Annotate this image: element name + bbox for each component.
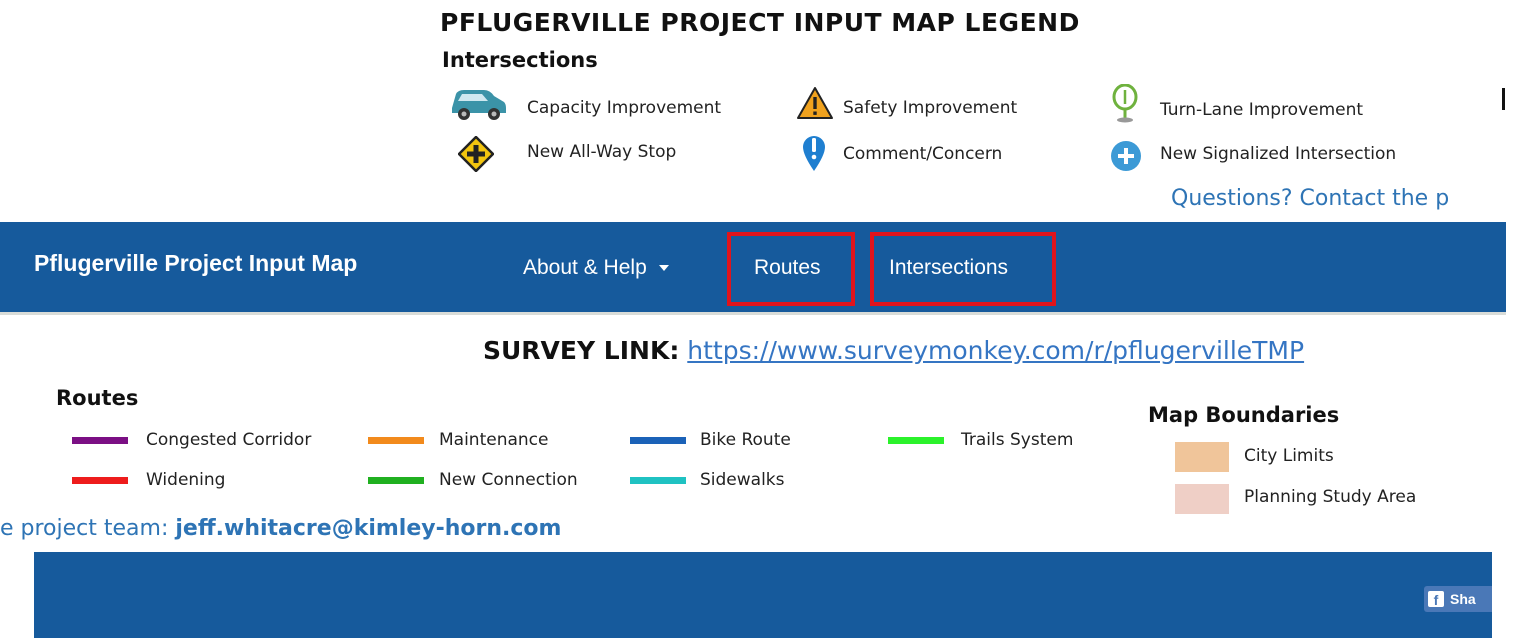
congested-corridor-swatch — [72, 437, 128, 444]
legend-capacity-improvement: Capacity Improvement — [527, 98, 722, 118]
turn-lane-pin-icon — [1110, 84, 1140, 124]
planning-study-area-swatch — [1175, 484, 1229, 514]
facebook-icon: f — [1428, 591, 1444, 607]
exclamation-pin-icon — [800, 133, 828, 173]
route-congested-corridor: Congested Corridor — [146, 430, 312, 450]
cropped-text-fragment — [1502, 88, 1505, 110]
diamond-plus-sign-icon — [458, 136, 494, 172]
survey-label: SURVEY LINK: — [483, 336, 680, 365]
legend-safety-improvement: Safety Improvement — [843, 98, 1018, 118]
route-new-connection: New Connection — [439, 470, 578, 490]
legend-comment-concern: Comment/Concern — [843, 144, 1003, 164]
nav-about-help[interactable]: About & Help — [523, 256, 669, 280]
route-bike-route: Bike Route — [700, 430, 791, 450]
boundary-planning-study-area: Planning Study Area — [1244, 487, 1417, 507]
map-fragment-strip — [0, 312, 1506, 315]
route-widening: Widening — [146, 470, 226, 490]
warning-triangle-icon — [796, 85, 834, 121]
contact-prefix: e project team: — [0, 516, 176, 541]
contact-line: e project team: jeff.whitacre@kimley-hor… — [0, 516, 561, 541]
facebook-share-button[interactable]: f Sha — [1424, 586, 1492, 612]
bike-route-swatch — [630, 437, 686, 444]
widening-swatch — [72, 477, 128, 484]
share-label: Sha — [1450, 591, 1476, 607]
contact-email[interactable]: jeff.whitacre@kimley-horn.com — [175, 516, 561, 541]
nav-about-help-label: About & Help — [523, 256, 647, 279]
plus-circle-icon — [1110, 140, 1142, 172]
map-boundaries-heading: Map Boundaries — [1148, 403, 1340, 427]
questions-text: Questions? Contact the p — [1171, 186, 1450, 211]
trails-system-swatch — [888, 437, 944, 444]
legend-new-signalized-intersection: New Signalized Intersection — [1160, 144, 1397, 164]
legend-title: PFLUGERVILLE PROJECT INPUT MAP LEGEND — [440, 8, 1080, 37]
route-sidewalks: Sidewalks — [700, 470, 785, 490]
route-maintenance: Maintenance — [439, 430, 549, 450]
intersections-heading: Intersections — [442, 48, 598, 72]
new-connection-swatch — [368, 477, 424, 484]
caret-down-icon — [658, 265, 669, 272]
survey-link[interactable]: https://www.surveymonkey.com/r/pflugervi… — [687, 336, 1304, 365]
nav-routes[interactable]: Routes — [754, 256, 821, 280]
city-limits-swatch — [1175, 442, 1229, 472]
nav-intersections[interactable]: Intersections — [889, 256, 1008, 280]
car-icon — [448, 86, 508, 122]
boundary-city-limits: City Limits — [1244, 446, 1334, 466]
footer-bar — [34, 552, 1492, 638]
survey-line: SURVEY LINK: https://www.surveymonkey.co… — [483, 336, 1304, 365]
legend-new-all-way-stop: New All-Way Stop — [527, 142, 677, 162]
legend-turn-lane-improvement: Turn-Lane Improvement — [1160, 100, 1364, 120]
route-trails-system: Trails System — [961, 430, 1074, 450]
sidewalks-swatch — [630, 477, 686, 484]
maintenance-swatch — [368, 437, 424, 444]
routes-heading: Routes — [56, 386, 139, 410]
navbar-brand[interactable]: Pflugerville Project Input Map — [34, 250, 357, 277]
